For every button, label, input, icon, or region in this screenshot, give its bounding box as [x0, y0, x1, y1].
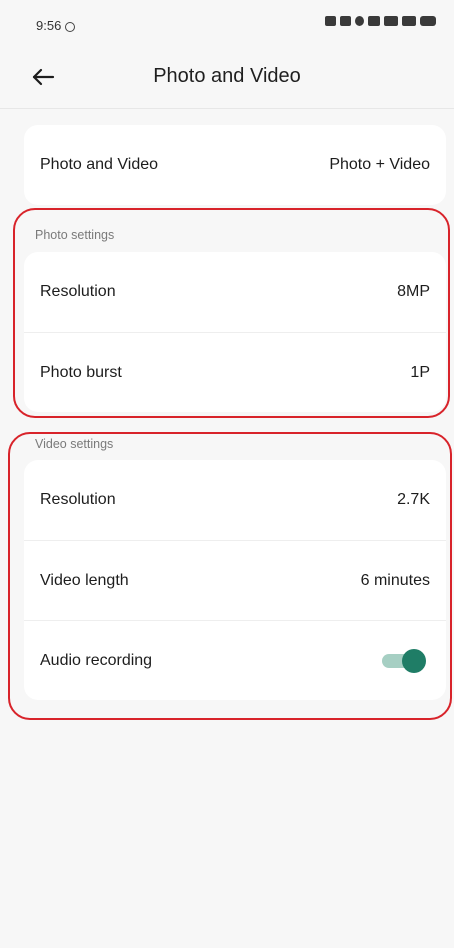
video-length-value: 6 minutes — [360, 571, 430, 589]
video-resolution-label: Resolution — [40, 491, 116, 508]
mode-row[interactable]: Photo and Video Photo + Video — [24, 125, 446, 205]
audio-recording-label: Audio recording — [40, 651, 153, 669]
status-icons — [325, 16, 436, 26]
audio-recording-toggle[interactable] — [382, 648, 426, 673]
video-settings-card: Resolution 2.7K Video length 6 minutes A… — [24, 460, 446, 700]
photo-settings-label: Photo settings — [35, 228, 115, 242]
video-resolution-value: 2.7K — [397, 491, 430, 508]
video-settings-label: Video settings — [35, 437, 114, 451]
video-length-label: Video length — [40, 571, 129, 589]
signal-icon — [402, 16, 416, 26]
bluetooth-icon — [355, 16, 364, 26]
photo-settings-card: Resolution 8MP Photo burst 1P — [24, 252, 446, 412]
wifi-icon — [384, 16, 398, 26]
photo-resolution-row[interactable]: Resolution 8MP — [24, 252, 446, 332]
audio-recording-row: Audio recording — [24, 620, 446, 700]
video-resolution-row[interactable]: Resolution 2.7K — [24, 460, 446, 540]
mode-card: Photo and Video Photo + Video — [24, 125, 446, 205]
screen-record-icon — [65, 22, 76, 32]
nfc-icon — [325, 16, 336, 26]
vibrate-icon — [368, 16, 380, 26]
mode-label: Photo and Video — [40, 156, 159, 173]
app-bar: Photo and Video — [0, 44, 454, 109]
toggle-thumb — [402, 648, 426, 673]
notification-icon — [340, 16, 351, 26]
photo-resolution-label: Resolution — [40, 283, 116, 300]
mode-value: Photo + Video — [329, 156, 430, 173]
status-bar: 9:56 — [0, 0, 454, 44]
status-time-text: 9:56 — [36, 18, 62, 33]
photo-burst-row[interactable]: Photo burst 1P — [24, 332, 446, 412]
page-title: Photo and Video — [153, 65, 301, 87]
status-time: 9:56 — [36, 18, 76, 33]
photo-burst-value: 1P — [410, 363, 430, 381]
video-length-row[interactable]: Video length 6 minutes — [24, 540, 446, 620]
photo-resolution-value: 8MP — [397, 283, 430, 300]
photo-burst-label: Photo burst — [40, 363, 122, 381]
battery-icon — [420, 16, 436, 26]
